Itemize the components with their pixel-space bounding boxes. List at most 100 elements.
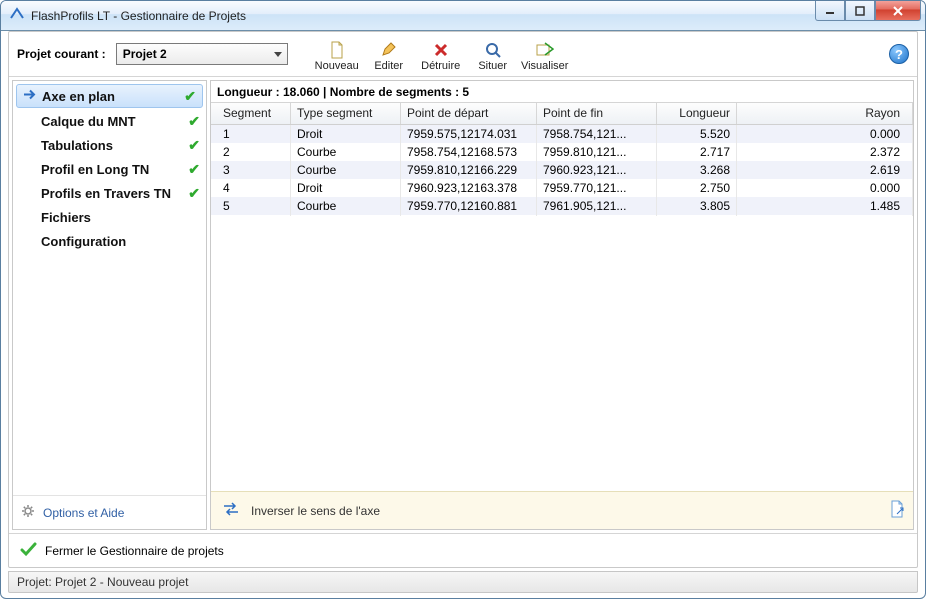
cell-segment: 2 — [211, 142, 291, 162]
cell-type: Courbe — [291, 160, 401, 180]
check-icon: ✔ — [188, 113, 200, 130]
main-window: FlashProfils LT - Gestionnaire de Projet… — [0, 0, 926, 599]
cell-radius: 2.372 — [737, 142, 913, 162]
status-bar: Projet: Projet 2 - Nouveau projet — [8, 571, 918, 593]
cell-length: 2.717 — [657, 142, 737, 162]
window-controls — [815, 1, 921, 21]
table-row[interactable]: 2 Courbe 7958.754,12168.573 7959.810,121… — [211, 143, 913, 161]
sidebar-item-tabulations[interactable]: Tabulations ✔ — [13, 133, 206, 157]
title-bar: FlashProfils LT - Gestionnaire de Projet… — [1, 1, 925, 31]
table-row[interactable]: 5 Courbe 7959.770,12160.881 7961.905,121… — [211, 197, 913, 215]
detruire-label: Détruire — [421, 60, 460, 72]
grid-body: 1 Droit 7959.575,12174.031 7958.754,121.… — [211, 125, 913, 491]
minimize-button[interactable] — [815, 1, 845, 21]
check-icon: ✔ — [184, 88, 196, 105]
visualiser-button[interactable]: Visualiser — [520, 35, 570, 73]
cell-end: 7961.905,121... — [537, 196, 657, 216]
maximize-button[interactable] — [845, 1, 875, 21]
column-type[interactable]: Type segment — [291, 103, 401, 124]
sidebar-item-profil-long[interactable]: Profil en Long TN ✔ — [13, 157, 206, 181]
close-button[interactable] — [875, 1, 921, 21]
cell-length: 3.805 — [657, 196, 737, 216]
magnifier-icon — [485, 40, 501, 60]
editer-label: Editer — [374, 60, 403, 72]
nouveau-button[interactable]: Nouveau — [312, 35, 362, 73]
situer-button[interactable]: Situer — [468, 35, 518, 73]
cell-segment: 4 — [211, 178, 291, 198]
page-icon[interactable] — [889, 500, 905, 521]
current-project-label: Projet courant : — [17, 47, 106, 61]
cell-radius: 0.000 — [737, 178, 913, 198]
app-icon — [9, 6, 25, 25]
gear-icon — [21, 504, 35, 521]
sidebar-item-profils-travers[interactable]: Profils en Travers TN ✔ — [13, 181, 206, 205]
help-button[interactable]: ? — [889, 44, 909, 64]
main-panel: Longueur : 18.060 | Nombre de segments :… — [210, 80, 914, 530]
check-icon: ✔ — [188, 137, 200, 154]
nouveau-label: Nouveau — [315, 60, 359, 72]
sidebar-item-label: Tabulations — [41, 138, 113, 153]
cell-start: 7959.810,12166.229 — [401, 160, 537, 180]
bottom-bar: Fermer le Gestionnaire de projets — [9, 533, 917, 567]
cell-end: 7960.923,121... — [537, 160, 657, 180]
pencil-icon — [381, 40, 397, 60]
sidebar-item-fichiers[interactable]: Fichiers — [13, 205, 206, 229]
sidebar-item-label: Axe en plan — [42, 89, 115, 104]
reverse-axis-icon — [221, 501, 241, 520]
detruire-button[interactable]: Détruire — [416, 35, 466, 73]
sidebar-item-axe-en-plan[interactable]: Axe en plan ✔ — [16, 84, 203, 108]
main-header: Longueur : 18.060 | Nombre de segments :… — [211, 81, 913, 103]
visualize-icon — [536, 40, 554, 60]
cell-segment: 3 — [211, 160, 291, 180]
main-footer-label: Inverser le sens de l'axe — [251, 504, 380, 518]
sidebar-item-calque-mnt[interactable]: Calque du MNT ✔ — [13, 109, 206, 133]
table-row[interactable]: 4 Droit 7960.923,12163.378 7959.770,121.… — [211, 179, 913, 197]
column-segment[interactable]: Segment — [211, 103, 291, 124]
cell-type: Courbe — [291, 142, 401, 162]
toolbar: Projet courant : Projet 2 Nouveau Editer — [9, 32, 917, 76]
client-area: Projet courant : Projet 2 Nouveau Editer — [8, 31, 918, 568]
cell-radius: 1.485 — [737, 196, 913, 216]
cell-radius: 2.619 — [737, 160, 913, 180]
sidebar-item-label: Calque du MNT — [41, 114, 136, 129]
column-start[interactable]: Point de départ — [401, 103, 537, 124]
sidebar: Axe en plan ✔ Calque du MNT ✔ Tabulation… — [12, 80, 207, 530]
sidebar-item-configuration[interactable]: Configuration — [13, 229, 206, 253]
close-manager-button[interactable]: Fermer le Gestionnaire de projets — [45, 544, 224, 558]
project-dropdown-value: Projet 2 — [123, 47, 167, 61]
sidebar-item-label: Fichiers — [41, 210, 91, 225]
cell-start: 7960.923,12163.378 — [401, 178, 537, 198]
table-row[interactable]: 1 Droit 7959.575,12174.031 7958.754,121.… — [211, 125, 913, 143]
cell-end: 7959.810,121... — [537, 142, 657, 162]
cell-type: Courbe — [291, 196, 401, 216]
cell-type: Droit — [291, 178, 401, 198]
situer-label: Situer — [478, 60, 507, 72]
editer-button[interactable]: Editer — [364, 35, 414, 73]
column-radius[interactable]: Rayon — [737, 103, 913, 124]
status-text: Projet: Projet 2 - Nouveau projet — [17, 575, 188, 589]
sidebar-list: Axe en plan ✔ Calque du MNT ✔ Tabulation… — [13, 81, 206, 495]
check-green-icon — [19, 540, 37, 561]
cell-segment: 5 — [211, 196, 291, 216]
main-footer[interactable]: Inverser le sens de l'axe — [211, 491, 913, 529]
column-length[interactable]: Longueur — [657, 103, 737, 124]
sidebar-item-label: Profil en Long TN — [41, 162, 149, 177]
cell-length: 3.268 — [657, 160, 737, 180]
grid-header: Segment Type segment Point de départ Poi… — [211, 103, 913, 125]
window-title: FlashProfils LT - Gestionnaire de Projet… — [31, 9, 246, 23]
check-icon: ✔ — [188, 185, 200, 202]
cell-start: 7958.754,12168.573 — [401, 142, 537, 162]
file-new-icon — [329, 40, 345, 60]
arrow-right-icon — [23, 89, 37, 104]
sidebar-item-label: Configuration — [41, 234, 126, 249]
cell-start: 7959.770,12160.881 — [401, 196, 537, 216]
check-icon: ✔ — [188, 161, 200, 178]
sidebar-footer[interactable]: Options et Aide — [13, 495, 206, 529]
cell-length: 2.750 — [657, 178, 737, 198]
visualiser-label: Visualiser — [521, 60, 569, 72]
project-dropdown[interactable]: Projet 2 — [116, 43, 288, 65]
sidebar-footer-label: Options et Aide — [43, 506, 124, 520]
column-end[interactable]: Point de fin — [537, 103, 657, 124]
table-row[interactable]: 3 Courbe 7959.810,12166.229 7960.923,121… — [211, 161, 913, 179]
delete-x-icon — [434, 40, 448, 60]
